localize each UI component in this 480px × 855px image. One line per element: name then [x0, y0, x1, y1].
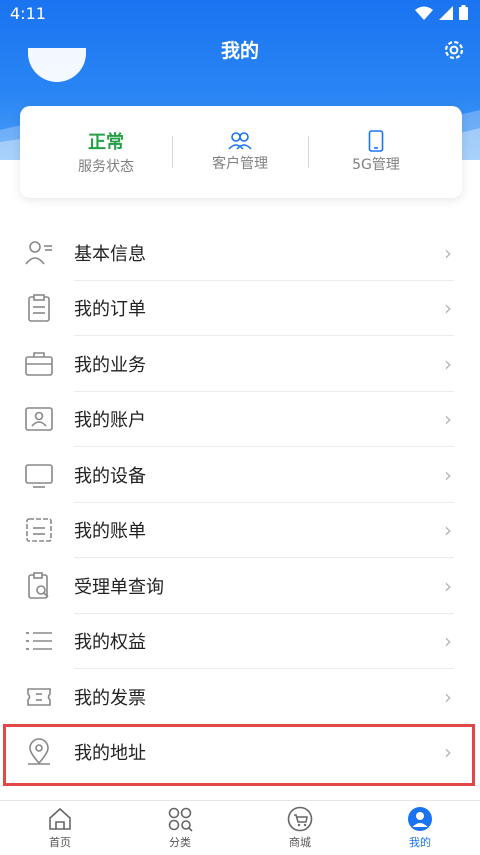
ticket-icon	[27, 687, 51, 706]
customer-management[interactable]: 客户管理	[184, 106, 296, 198]
menu-item-basic-info[interactable]: 基本信息 ›	[0, 225, 480, 281]
chevron-right-icon: ›	[444, 518, 452, 543]
chevron-right-icon: ›	[444, 351, 452, 376]
users-icon	[228, 132, 252, 150]
menu-item-account[interactable]: 我的账户 ›	[0, 392, 480, 447]
tab-label: 商城	[289, 836, 311, 849]
status-time: 4:11	[10, 4, 46, 23]
menu-item-order-query[interactable]: 受理单查询 ›	[0, 558, 480, 614]
tab-label: 我的	[409, 836, 431, 849]
id-card-icon	[25, 407, 53, 432]
divider	[308, 136, 309, 168]
tab-label: 首页	[49, 836, 71, 849]
menu-item-orders[interactable]: 我的订单 ›	[0, 281, 480, 336]
tab-mall[interactable]: 商城	[240, 801, 360, 855]
5g-label: 5G管理	[352, 157, 400, 173]
bottom-tab-bar: 首页 分类 商城 我的	[0, 800, 480, 855]
wifi-icon	[415, 6, 433, 20]
bill-icon	[26, 518, 52, 543]
chevron-right-icon: ›	[444, 407, 452, 432]
chevron-right-icon: ›	[444, 573, 452, 598]
chevron-right-icon: ›	[444, 240, 452, 265]
cart-icon	[287, 806, 313, 832]
list-icon	[26, 632, 52, 651]
menu-label: 我的设备	[74, 465, 146, 487]
chevron-right-icon: ›	[444, 296, 452, 321]
menu-label: 我的订单	[74, 299, 146, 321]
avatar[interactable]	[28, 48, 86, 82]
customer-label: 客户管理	[212, 156, 268, 172]
gear-icon[interactable]	[442, 38, 466, 62]
service-status-value: 正常	[88, 132, 124, 153]
menu-item-invoices[interactable]: 我的发票 ›	[0, 669, 480, 725]
summary-card: 正常 服务状态 客户管理 5G管理	[20, 106, 462, 198]
menu-item-business[interactable]: 我的业务 ›	[0, 336, 480, 392]
tab-category[interactable]: 分类	[120, 801, 240, 855]
chevron-right-icon: ›	[444, 462, 452, 487]
user-info-icon	[25, 240, 52, 265]
divider	[172, 136, 173, 168]
user-icon	[408, 807, 432, 831]
monitor-icon	[25, 463, 53, 488]
menu-label: 我的账单	[74, 521, 146, 543]
briefcase-icon	[25, 351, 53, 376]
tab-label: 分类	[169, 836, 191, 849]
5g-management[interactable]: 5G管理	[320, 106, 432, 198]
service-status[interactable]: 正常 服务状态	[50, 106, 162, 198]
tab-mine[interactable]: 我的	[360, 801, 480, 855]
selection-highlight	[3, 724, 475, 786]
status-bar: 4:11	[0, 0, 480, 26]
menu-label: 我的发票	[74, 687, 146, 709]
phone-icon	[368, 130, 384, 152]
menu-item-benefits[interactable]: 我的权益 ›	[0, 614, 480, 669]
home-icon	[49, 807, 71, 830]
menu-label: 我的业务	[74, 354, 146, 376]
tab-home[interactable]: 首页	[0, 801, 120, 855]
battery-icon	[459, 5, 468, 20]
menu-list: 基本信息 › 我的订单 › 我的业务 › 我的账户 › 我的设备 › 我的账单 …	[0, 225, 480, 780]
category-icon	[168, 807, 193, 832]
menu-label: 受理单查询	[74, 576, 164, 598]
service-status-label: 服务状态	[78, 159, 134, 175]
clipboard-icon	[28, 294, 50, 323]
search-doc-icon	[28, 571, 49, 599]
menu-item-bills[interactable]: 我的账单 ›	[0, 503, 480, 558]
menu-item-devices[interactable]: 我的设备 ›	[0, 447, 480, 503]
chevron-right-icon: ›	[444, 684, 452, 709]
status-icons	[415, 5, 468, 20]
menu-label: 我的权益	[74, 632, 146, 654]
menu-label: 我的账户	[74, 410, 146, 432]
menu-label: 基本信息	[74, 243, 146, 265]
signal-icon	[439, 5, 453, 20]
chevron-right-icon: ›	[444, 629, 452, 654]
